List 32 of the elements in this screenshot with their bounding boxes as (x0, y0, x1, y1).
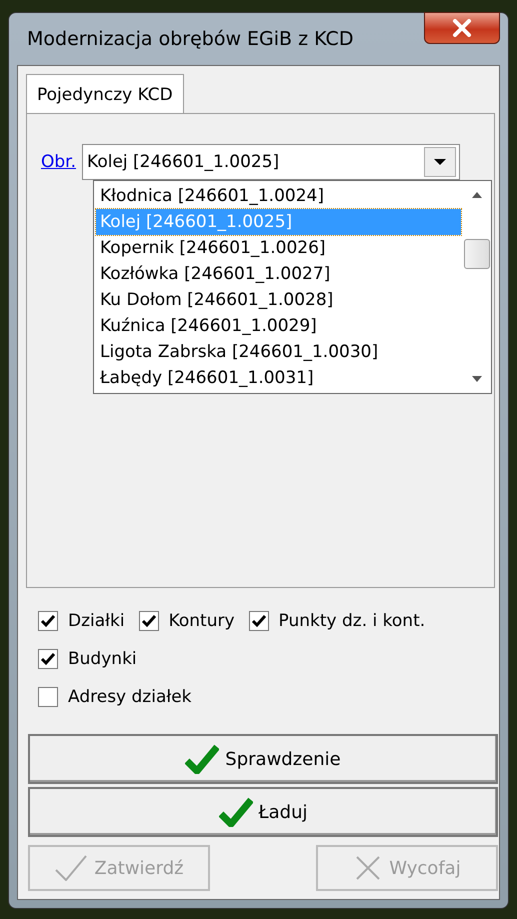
tab[interactable]: Pojedynczy KCD (26, 74, 184, 113)
scroll-down-icon (471, 375, 483, 383)
obreb-dropdown[interactable]: Kolej [246601_1.0025] (82, 144, 460, 180)
list-item[interactable]: Kłodnica [246601_1.0024] (96, 183, 461, 209)
list-item[interactable]: Kuźnica [246601_1.0029] (96, 313, 461, 339)
checkbox-label: Punkty dz. i kont. (278, 611, 426, 631)
close-button[interactable] (424, 12, 500, 44)
check-icon (54, 853, 88, 883)
close-icon (451, 19, 473, 37)
action-button[interactable]: Ładuj (28, 787, 498, 837)
dropdown-arrow-icon (433, 158, 448, 166)
checkbox[interactable] (138, 611, 159, 631)
checkbox-label: Budynki (68, 649, 137, 669)
obreb-link[interactable]: Obr. (41, 152, 76, 172)
list-item[interactable]: Kopernik [246601_1.0026] (96, 235, 461, 261)
check-icon (218, 797, 252, 827)
list-item[interactable]: Kozłówka [246601_1.0027] (96, 261, 461, 287)
check-icon (185, 744, 220, 774)
checkbox-label: Kontury (168, 611, 235, 631)
checkbox[interactable] (248, 611, 269, 631)
scroll-thumb[interactable] (464, 239, 490, 269)
checkbox-label: Działki (68, 611, 125, 631)
checkbox[interactable] (38, 687, 58, 707)
list-item[interactable]: Łabędy [246601_1.0031] (96, 365, 461, 391)
list-item[interactable]: Ku Dołom [246601_1.0028] (96, 287, 461, 313)
checkbox[interactable] (38, 649, 58, 669)
window-title: Modernizacja obrębów EGiB z KCD (26, 28, 354, 50)
checkbox-label: Adresy działek (68, 687, 192, 707)
action-button[interactable]: Sprawdzenie (28, 734, 498, 784)
scroll-up-icon (471, 191, 483, 199)
list-item[interactable]: Ligota Zabrska [246601_1.0030] (96, 339, 461, 365)
checkbox[interactable] (38, 611, 58, 631)
